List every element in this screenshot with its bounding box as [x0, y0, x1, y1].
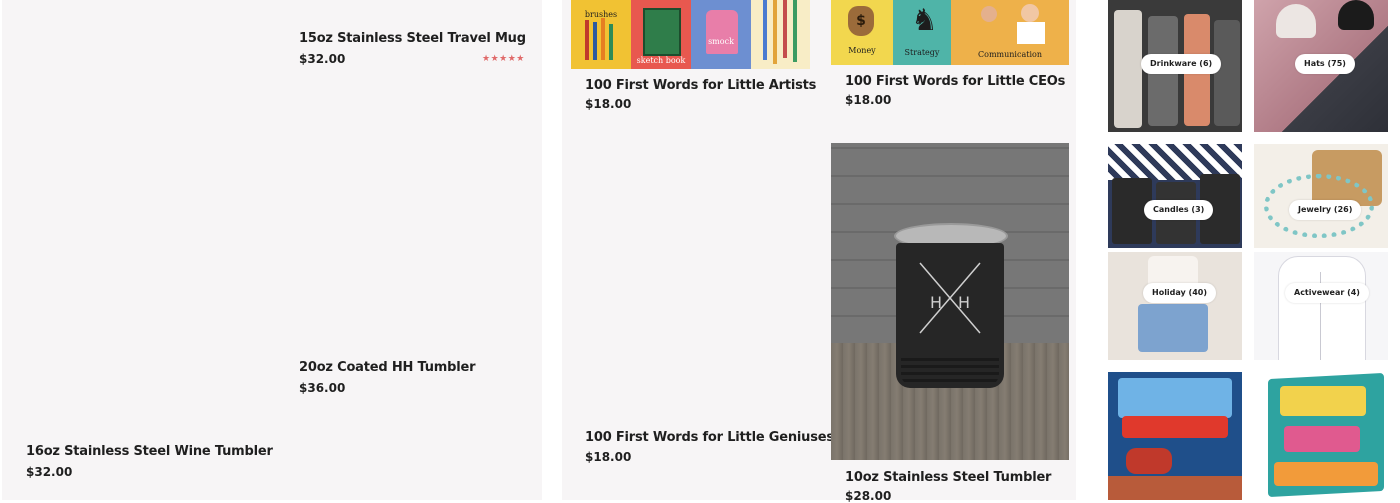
sketchbook-icon [643, 8, 681, 56]
chess-piece-icon: ♞ [911, 3, 938, 38]
product-price: $18.00 [845, 93, 892, 107]
category-pill[interactable]: Jewelry (26) [1289, 200, 1362, 220]
product-image-ceos-book[interactable]: $ Money ♞ Strategy Communication [831, 0, 1069, 65]
town-art [1108, 476, 1242, 500]
book-art [1274, 462, 1378, 486]
category-tile-activewear[interactable] [1254, 252, 1388, 360]
product-price: $18.00 [585, 97, 632, 111]
product-panel-left [2, 0, 542, 500]
art-label: brushes [584, 10, 618, 19]
book-title-art [1284, 426, 1360, 452]
beanie-art [1338, 0, 1374, 30]
category-tile-christmas-book[interactable] [1108, 372, 1242, 500]
book-title-art [1280, 386, 1366, 416]
category-tile-colorado-book[interactable] [1254, 372, 1388, 500]
product-title[interactable]: 16oz Stainless Steel Wine Tumbler [26, 444, 273, 459]
product-image-steel-tumbler[interactable]: H H [831, 143, 1069, 460]
category-tile-jewelry[interactable] [1254, 144, 1388, 248]
category-pill[interactable]: Hats (75) [1295, 54, 1355, 74]
product-title[interactable]: 20oz Coated HH Tumbler [299, 360, 476, 375]
art-label: Communication [978, 50, 1042, 59]
art-label: Strategy [904, 48, 940, 57]
shirt-art [1017, 22, 1045, 44]
hh-logo-icon: H H [919, 262, 981, 334]
art-label: sketch book [636, 56, 686, 65]
smock-icon [706, 10, 738, 54]
product-title[interactable]: 100 First Words for Little CEOs [845, 74, 1065, 89]
product-price: $18.00 [585, 450, 632, 464]
product-price: $28.00 [845, 489, 892, 503]
svg-text:H: H [930, 293, 942, 312]
product-price: $32.00 [299, 52, 346, 66]
person-icon [1021, 4, 1039, 22]
money-bag-icon: $ [848, 6, 874, 36]
category-tile-candles[interactable] [1108, 144, 1242, 248]
product-price: $36.00 [299, 381, 346, 395]
product-image-artists-book[interactable]: brushes sketch book smock [571, 0, 810, 69]
product-title[interactable]: 100 First Words for Little Artists [585, 78, 816, 93]
product-title[interactable]: 10oz Stainless Steel Tumbler [845, 470, 1051, 485]
sleigh-art [1126, 448, 1172, 474]
beanie-art [1276, 4, 1316, 38]
tumbler-ridges [901, 358, 999, 386]
svg-text:H: H [958, 293, 970, 312]
product-title[interactable]: 100 First Words for Little Geniuses [585, 430, 834, 445]
book-title-art [1118, 378, 1232, 418]
product-title[interactable]: 15oz Stainless Steel Travel Mug [299, 31, 526, 46]
art-label: Money [848, 46, 876, 55]
category-pill[interactable]: Activewear (4) [1285, 283, 1369, 303]
category-tile-holiday[interactable] [1108, 252, 1242, 360]
person-icon [981, 6, 997, 22]
product-price: $32.00 [26, 465, 73, 479]
category-pill[interactable]: Candles (3) [1144, 200, 1214, 220]
jacket-art [1278, 256, 1366, 360]
book-title-art [1122, 416, 1228, 438]
category-pill[interactable]: Drinkware (6) [1141, 54, 1222, 74]
tumbler-art [1214, 20, 1240, 126]
shorts-art [1138, 304, 1208, 352]
category-pill[interactable]: Holiday (40) [1143, 283, 1216, 303]
rating-stars: ★★★★★ [482, 54, 525, 64]
pencils-icon [763, 0, 797, 64]
art-label: smock [708, 37, 734, 46]
tumbler-art [1114, 10, 1142, 128]
